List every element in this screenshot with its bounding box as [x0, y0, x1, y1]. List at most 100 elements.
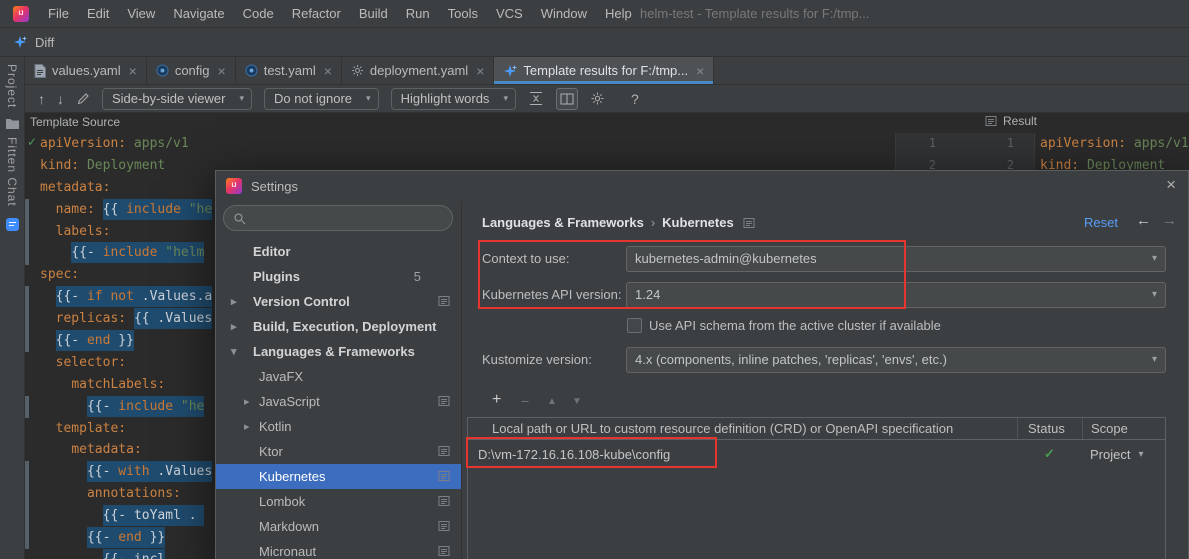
settings-tree-item-kotlin[interactable]: ▸ Kotlin	[216, 414, 461, 439]
fitten-chat-icon[interactable]	[5, 217, 20, 232]
menu-run[interactable]: Run	[397, 0, 439, 28]
settings-tree-item-micronaut[interactable]: Micronaut	[216, 539, 461, 559]
line-number: 1	[1006, 136, 1014, 150]
tab-deployment-yaml[interactable]: deployment.yaml ×	[342, 57, 495, 84]
tree-item-label: Plugins	[253, 269, 300, 284]
fitten-chat-tool-button[interactable]: Fitten Chat	[5, 137, 19, 207]
tab-template-results-for-f-tmp[interactable]: Template results for F:/tmp... ×	[494, 57, 715, 84]
close-tab-icon[interactable]: ×	[129, 63, 137, 79]
menu-help[interactable]: Help	[596, 0, 641, 28]
window-title: helm-test - Template results for F:/tmp.…	[640, 6, 870, 21]
folder-icon[interactable]	[5, 117, 20, 130]
menu-vcs[interactable]: VCS	[487, 0, 532, 28]
gear-icon[interactable]	[590, 91, 605, 106]
reset-link[interactable]: Reset	[1084, 215, 1118, 230]
crd-scope-select[interactable]: Project ▾	[1082, 440, 1165, 468]
plugin-settings-icon	[438, 295, 450, 307]
forward-icon[interactable]: →	[1162, 212, 1177, 229]
move-up-icon[interactable]: ▲	[547, 397, 557, 407]
crd-header-status: Status	[1017, 418, 1082, 439]
settings-tree-item-markdown[interactable]: Markdown	[216, 514, 461, 539]
menu-file[interactable]: File	[39, 0, 78, 28]
settings-tree-item-editor[interactable]: Editor	[216, 239, 461, 264]
kustomize-label: Kustomize version:	[482, 352, 592, 367]
help-icon[interactable]: ?	[631, 92, 639, 106]
chevron-down-icon: ▾	[1151, 289, 1157, 300]
collapse-unchanged-icon[interactable]	[528, 91, 544, 106]
kubeconfig-file-icon	[156, 64, 169, 77]
menu-view[interactable]: View	[118, 0, 164, 28]
status-check-icon: ✓	[1044, 446, 1055, 461]
gutter-row: 11	[896, 133, 1034, 155]
settings-tree-item-lombok[interactable]: Lombok	[216, 489, 461, 514]
close-tab-icon[interactable]: ×	[696, 63, 704, 79]
plugin-settings-icon	[438, 545, 450, 557]
breadcrumb-parent[interactable]: Languages & Frameworks	[482, 215, 644, 230]
settings-titlebar: IJ Settings ×	[216, 171, 1188, 201]
tree-item-label: Editor	[253, 244, 291, 259]
settings-tree-item-javascript[interactable]: ▸ JavaScript	[216, 389, 461, 414]
tab-values-yaml[interactable]: values.yaml ×	[25, 57, 147, 84]
tree-collapsed-icon: ▸	[231, 296, 237, 308]
diff-icon	[13, 35, 27, 49]
viewer-mode-select[interactable]: Side-by-side viewer ▾	[102, 87, 252, 110]
add-icon[interactable]: +	[492, 392, 501, 408]
api-schema-checkbox[interactable]	[627, 318, 642, 333]
plugins-count-badge: 5	[413, 269, 421, 284]
settings-search-input[interactable]	[223, 205, 453, 231]
move-down-icon[interactable]: ▼	[572, 397, 582, 407]
settings-tree-item-version-control[interactable]: ▸ Version Control	[216, 289, 461, 314]
intellij-logo-text: IJ	[231, 183, 237, 189]
tab-label: config	[174, 63, 210, 78]
crd-header-scope: Scope	[1082, 418, 1165, 439]
tree-collapsed-icon: ▸	[244, 396, 250, 408]
ignore-mode-select[interactable]: Do not ignore ▾	[263, 87, 379, 110]
settings-tree-item-build-execution-deployment[interactable]: ▸ Build, Execution, Deployment	[216, 314, 461, 339]
kustomize-select[interactable]: 4.x (components, inline patches, 'replic…	[626, 347, 1166, 373]
tree-collapsed-icon: ▸	[231, 321, 237, 333]
right-pane-title-group: Result	[985, 114, 1037, 128]
close-tab-icon[interactable]: ×	[218, 63, 226, 79]
tree-item-label: Version Control	[253, 294, 350, 309]
menu-refactor[interactable]: Refactor	[283, 0, 350, 28]
menu-navigate[interactable]: Navigate	[164, 0, 233, 28]
tab-label: Template results for F:/tmp...	[523, 63, 689, 78]
previous-change-icon[interactable]: ↑	[38, 92, 45, 106]
project-tool-button[interactable]: Project	[5, 64, 19, 108]
settings-tree-item-languages-frameworks[interactable]: ▾ Languages & Frameworks	[216, 339, 461, 364]
settings-tree-item-javafx[interactable]: JavaFX	[216, 364, 461, 389]
tree-item-label: Lombok	[259, 494, 306, 509]
menu-window[interactable]: Window	[532, 0, 596, 28]
tree-item-label: JavaFX	[259, 369, 304, 384]
back-icon[interactable]: ←	[1136, 212, 1151, 229]
editor-tabs: values.yaml × config × test.yaml × deployment.…	[25, 57, 1189, 85]
tab-test-yaml[interactable]: test.yaml ×	[236, 57, 342, 84]
api-schema-checkbox-label: Use API schema from the active cluster i…	[649, 318, 941, 333]
code-line: apiVersion: apps/v1	[40, 136, 189, 151]
next-change-icon[interactable]: ↓	[57, 92, 64, 106]
chevron-down-icon: ▾	[503, 93, 508, 103]
remove-icon[interactable]: −	[521, 394, 529, 408]
result-pane-icon	[985, 115, 997, 127]
settings-tree-item-plugins[interactable]: Plugins 5	[216, 264, 461, 289]
edit-pencil-icon[interactable]	[76, 92, 90, 106]
tab-config[interactable]: config ×	[147, 57, 236, 84]
ide-window: IJ File Edit View Navigate Code Refactor Build…	[0, 0, 1189, 559]
ignore-mode-value: Do not ignore	[273, 91, 353, 106]
plugin-settings-icon	[438, 470, 450, 482]
settings-tree-item-ktor[interactable]: Ktor	[216, 439, 461, 464]
diff-header-label: Diff	[35, 34, 55, 50]
settings-tree-item-kubernetes[interactable]: Kubernetes	[216, 464, 461, 489]
split-view-toggle[interactable]	[555, 87, 578, 110]
close-tab-icon[interactable]: ×	[476, 63, 484, 79]
tree-collapsed-icon: ▸	[244, 421, 250, 433]
settings-dialog: IJ Settings × Editor Plugins 5 ▸ Version Con…	[215, 170, 1189, 559]
left-pane-title: Template Source	[30, 115, 121, 129]
menu-code[interactable]: Code	[234, 0, 283, 28]
close-icon[interactable]: ×	[1166, 176, 1176, 193]
close-tab-icon[interactable]: ×	[324, 63, 332, 79]
menu-tools[interactable]: Tools	[439, 0, 487, 28]
highlight-mode-select[interactable]: Highlight words ▾	[390, 87, 516, 110]
menu-edit[interactable]: Edit	[78, 0, 118, 28]
menu-build[interactable]: Build	[350, 0, 397, 28]
